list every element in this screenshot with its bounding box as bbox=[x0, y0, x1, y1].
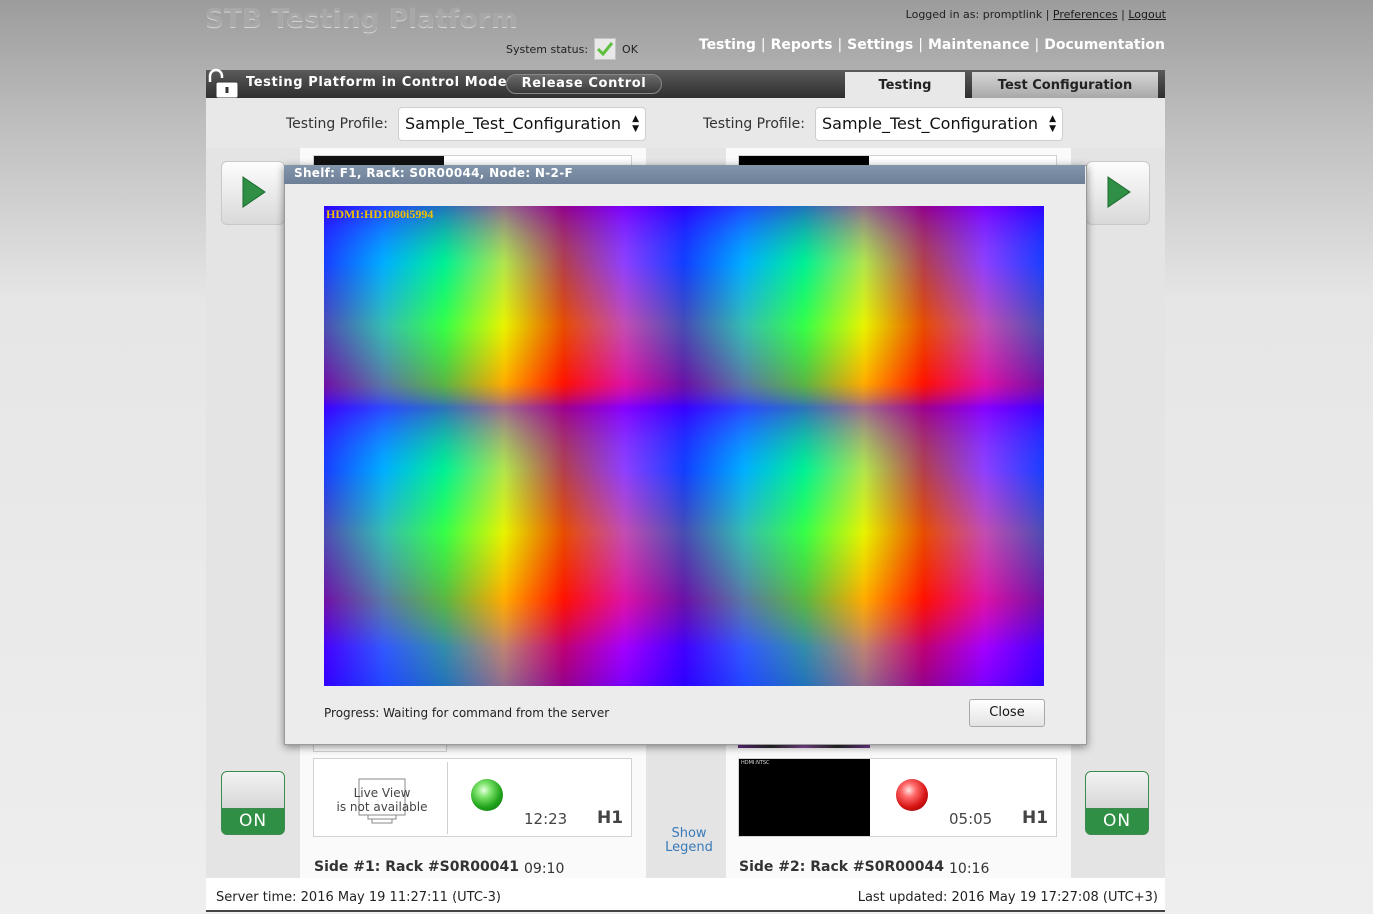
live-view-line1: Live View bbox=[353, 786, 411, 800]
close-button[interactable]: Close bbox=[969, 699, 1045, 727]
testing-profile-label-right: Testing Profile: bbox=[703, 116, 805, 132]
color-pattern-image bbox=[324, 206, 1044, 686]
power-on-label: ON bbox=[238, 811, 268, 831]
side2-node-card[interactable]: HDMI:NTSC 05:05 H1 bbox=[738, 758, 1057, 837]
status-led-red bbox=[896, 779, 928, 811]
thumb-label: HDMI:NTSC bbox=[741, 760, 770, 766]
nav-reports[interactable]: Reports bbox=[771, 37, 833, 53]
user-bar: Logged in as: promptlink | Preferences |… bbox=[905, 8, 1166, 21]
video-format-label: HDMI:HD1080i5994 bbox=[326, 207, 434, 221]
system-status-value: OK bbox=[622, 42, 638, 56]
show-legend-line2: Legend bbox=[665, 840, 713, 855]
side1-node-card[interactable]: Live View is not available 12:23 H1 bbox=[313, 758, 632, 837]
control-mode-title: Testing Platform in Control Mode bbox=[246, 75, 508, 90]
button-face bbox=[222, 772, 284, 809]
side1-label: Side #1: Rack #S0R00041 bbox=[314, 859, 519, 875]
live-view-placeholder: Live View is not available bbox=[317, 762, 448, 834]
release-control-button[interactable]: Release Control bbox=[506, 74, 662, 94]
card-slot: H1 bbox=[597, 808, 624, 828]
last-updated: Last updated: 2016 May 19 17:27:08 (UTC+… bbox=[857, 890, 1158, 905]
progress-status: Progress: Waiting for command from the s… bbox=[324, 706, 610, 720]
testing-profile-select-right[interactable]: Sample_Test_Configuration ▲ ▼ bbox=[815, 107, 1063, 141]
status-led-green bbox=[471, 779, 503, 811]
show-legend-line1: Show bbox=[671, 826, 707, 841]
side2-label: Side #2: Rack #S0R00044 bbox=[739, 859, 944, 875]
testing-profile-select-left[interactable]: Sample_Test_Configuration ▲ ▼ bbox=[398, 107, 646, 141]
server-time: Server time: 2016 May 19 11:27:11 (UTC-3… bbox=[216, 890, 501, 905]
nav-maintenance[interactable]: Maintenance bbox=[928, 37, 1030, 53]
button-face bbox=[1086, 772, 1148, 809]
card-time: 12:23 bbox=[524, 810, 568, 828]
system-status: System status: OK bbox=[506, 38, 638, 60]
side1-time: 09:10 bbox=[524, 861, 565, 877]
show-legend-link[interactable]: Show Legend bbox=[660, 827, 718, 855]
play-icon bbox=[1107, 176, 1131, 208]
nav-testing[interactable]: Testing bbox=[699, 37, 756, 53]
card-time: 05:05 bbox=[949, 810, 993, 828]
live-video-frame bbox=[324, 206, 1044, 686]
tab-test-configuration[interactable]: Test Configuration bbox=[972, 72, 1158, 98]
system-status-label: System status: bbox=[506, 42, 589, 56]
live-view-line2: is not available bbox=[336, 800, 428, 814]
username: promptlink bbox=[982, 8, 1043, 21]
side1-power-on-button[interactable]: ON bbox=[221, 771, 285, 835]
testing-profile-value-left: Sample_Test_Configuration bbox=[405, 114, 622, 133]
testing-profile-value-right: Sample_Test_Configuration bbox=[822, 114, 1039, 133]
power-on-label: ON bbox=[1102, 811, 1132, 831]
top-nav: Testing | Reports | Settings | Maintenance | Doc… bbox=[698, 37, 1165, 53]
footer-divider bbox=[206, 910, 1165, 912]
logout-link[interactable]: Logout bbox=[1128, 8, 1166, 21]
tab-testing[interactable]: Testing bbox=[845, 72, 965, 98]
logged-in-label: Logged in as: bbox=[905, 8, 980, 21]
preferences-link[interactable]: Preferences bbox=[1053, 8, 1118, 21]
side2-time: 10:16 bbox=[949, 861, 990, 877]
side1-play-button[interactable] bbox=[221, 161, 285, 225]
select-arrows-icon: ▲ ▼ bbox=[1049, 114, 1056, 134]
nav-documentation[interactable]: Documentation bbox=[1044, 37, 1165, 53]
side2-play-button[interactable] bbox=[1086, 161, 1150, 225]
nav-settings[interactable]: Settings bbox=[847, 37, 913, 53]
side2-power-on-button[interactable]: ON bbox=[1085, 771, 1149, 835]
live-view-thumbnail: HDMI:NTSC bbox=[739, 759, 870, 836]
app-title: STB Testing Platform bbox=[205, 4, 519, 34]
select-arrows-icon: ▲ ▼ bbox=[632, 114, 639, 134]
unlock-icon bbox=[206, 68, 240, 100]
play-icon bbox=[242, 176, 266, 208]
testing-profile-label-left: Testing Profile: bbox=[286, 116, 388, 132]
card-slot: H1 bbox=[1022, 808, 1049, 828]
check-icon bbox=[594, 38, 617, 60]
dialog-title: Shelf: F1, Rack: S0R00044, Node: N-2-F bbox=[294, 166, 573, 180]
